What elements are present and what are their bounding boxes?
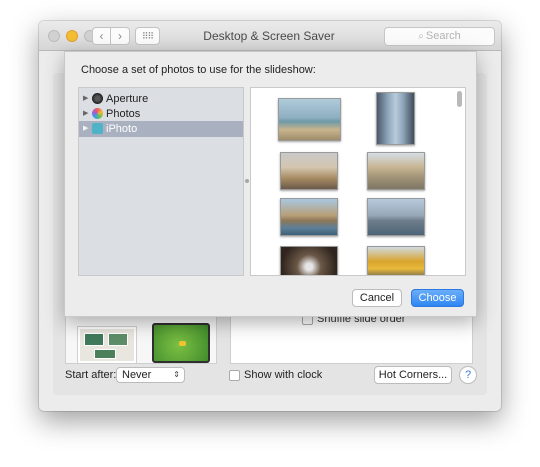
split-view-handle[interactable] [245,179,249,183]
photo-thumbnail[interactable] [367,152,425,190]
thumbnail-detail [179,341,186,346]
photo-browser [250,87,466,276]
start-after-popup[interactable]: Never ⇕ [116,367,185,383]
thumbnail-picture [94,349,116,359]
screensaver-thumbnails [65,316,217,364]
show-clock-label: Show with clock [244,369,323,381]
source-item-label: iPhoto [106,123,138,135]
thumbnail-picture [84,333,104,346]
minimize-button[interactable] [66,30,78,42]
search-field[interactable]: ⌕ Search [384,27,495,46]
close-button[interactable] [48,30,60,42]
photo-thumbnail[interactable] [278,98,341,141]
aperture-icon [92,93,103,104]
hot-corners-button[interactable]: Hot Corners... [374,366,452,384]
scrollbar-thumb[interactable] [457,91,462,107]
show-all-button[interactable]: ⠿⠿ [135,27,160,45]
photo-thumbnail[interactable] [367,198,425,236]
source-item-label: Aperture [106,93,149,105]
photo-thumbnail[interactable] [367,246,425,275]
disclosure-triangle-icon[interactable]: ▶ [83,106,88,122]
start-after-label: Start after: [65,369,117,381]
source-item-label: Photos [106,108,141,120]
screensaver-thumbnail-selected[interactable] [152,323,210,363]
help-button[interactable]: ? [459,366,477,384]
photo-source-sheet: Choose a set of photos to use for the sl… [64,51,477,317]
forward-button[interactable]: › [111,27,130,45]
sheet-prompt: Choose a set of photos to use for the sl… [81,64,316,76]
cancel-button[interactable]: Cancel [352,289,402,307]
thumbnail-picture [108,333,128,346]
search-icon: ⌕ [418,31,424,42]
popup-arrows-icon: ⇕ [173,370,180,379]
screensaver-thumbnail-photo-wall[interactable] [78,327,136,363]
disclosure-triangle-icon[interactable]: ▶ [83,91,88,107]
photo-scrollbar[interactable] [457,90,463,275]
source-item-aperture[interactable]: ▶ Aperture [79,91,243,107]
photo-thumbnail[interactable] [280,246,338,275]
search-placeholder: Search [425,30,461,42]
photos-icon [92,108,103,119]
window-title: Desktop & Screen Saver [203,29,335,43]
photo-thumbnail[interactable] [280,198,338,236]
photo-source-list: ▶ Aperture ▶ Photos ▶ iPhoto [78,87,244,276]
source-item-iphoto[interactable]: ▶ iPhoto [79,121,243,137]
disclosure-triangle-icon[interactable]: ▶ [83,121,88,137]
source-item-photos[interactable]: ▶ Photos [79,106,243,122]
title-bar: ‹ › ⠿⠿ Desktop & Screen Saver ⌕ Search [39,21,501,51]
back-button[interactable]: ‹ [92,27,111,45]
photo-thumbnail[interactable] [376,92,415,145]
iphoto-icon [92,123,103,134]
show-clock-row[interactable]: Show with clock [229,369,322,381]
choose-button[interactable]: Choose [411,289,464,307]
photo-thumbnail[interactable] [280,152,338,190]
bottom-controls: Start after: Never ⇕ Show with clock Hot… [65,366,485,386]
show-clock-checkbox[interactable] [229,369,240,381]
start-after-value: Never [122,369,152,381]
